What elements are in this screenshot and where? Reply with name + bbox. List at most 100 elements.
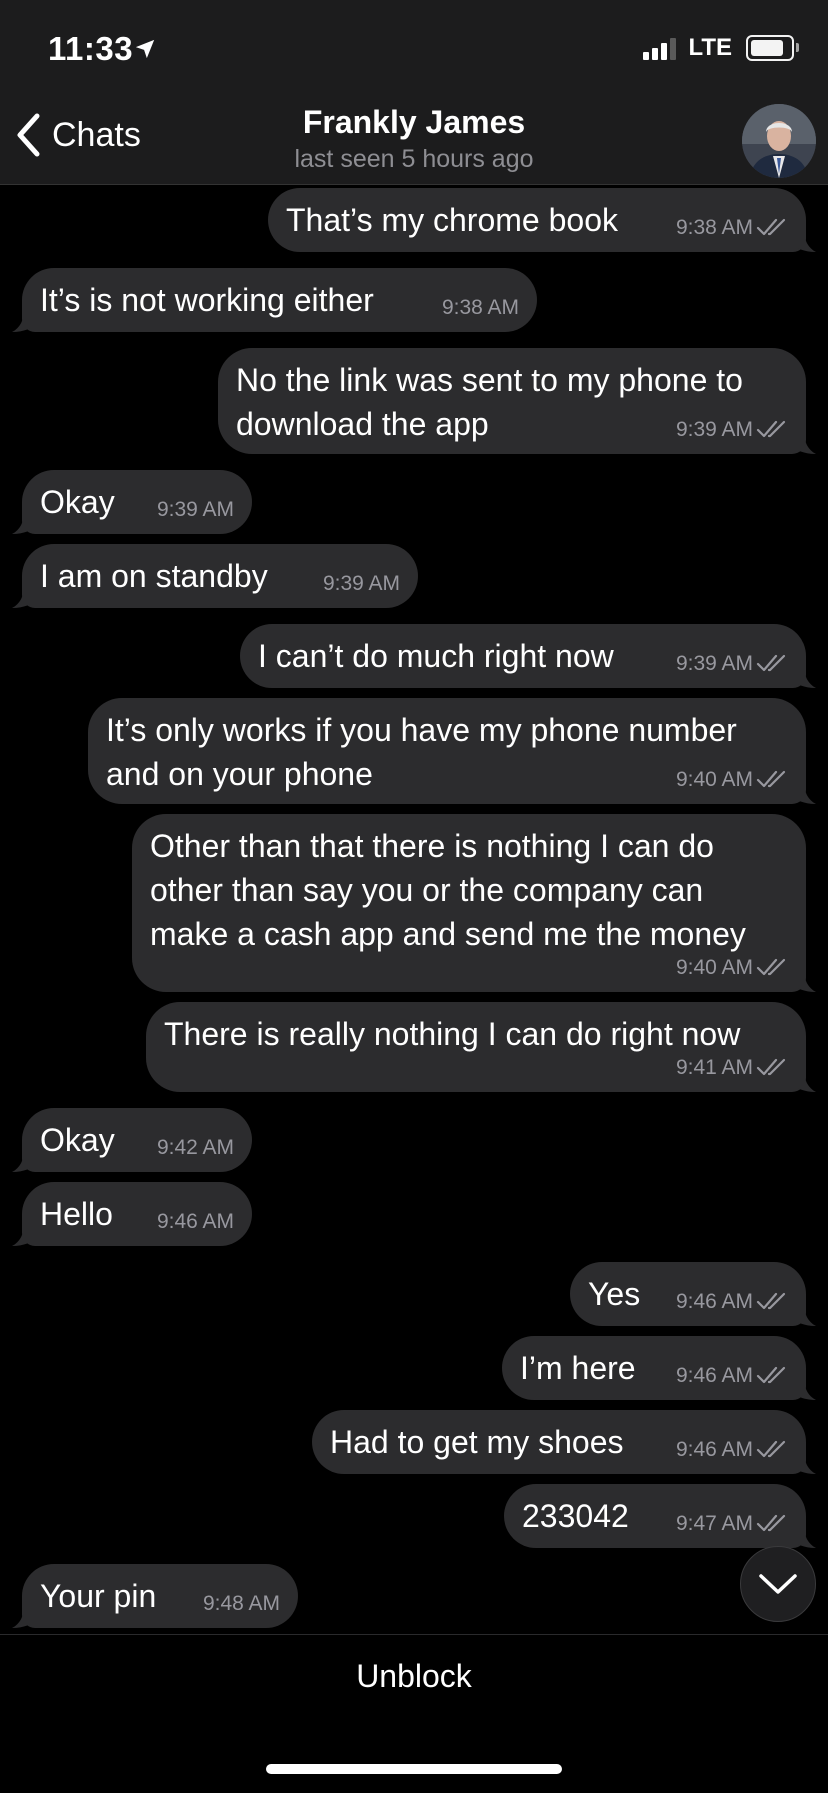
contact-name: Frankly James [302,104,526,140]
outgoing-message-bubble[interactable]: That’s my chrome book 9:38 AM [268,188,816,252]
bubble-tail [790,782,816,804]
message-text: Other than that there is nothing I can d… [150,828,746,952]
message-meta: 9:48 AM [203,1592,280,1616]
contact-header[interactable]: Frankly James last seen 5 hours ago [0,104,828,174]
bubble-tail [790,1378,816,1400]
read-receipt-icon [756,1058,786,1076]
message-meta: 9:46 AM [157,1210,234,1234]
message-time: 9:46 AM [675,1290,753,1313]
incoming-message-bubble[interactable]: Hello 9:46 AM [12,1182,252,1246]
message-meta: 9:46 AM [676,1290,788,1314]
message-text: It’s is not working either [40,282,374,318]
outgoing-message-bubble[interactable]: I can’t do much right now 9:39 AM [240,624,816,688]
avatar-photo [742,104,816,178]
battery-icon [746,35,799,61]
unblock-button[interactable]: Unblock [0,1658,828,1695]
status-time: 11:33 [48,30,134,67]
message-text: There is really nothing I can do right n… [164,1016,741,1052]
message-text: I can’t do much right now [258,638,614,674]
contact-avatar[interactable] [742,104,816,178]
scroll-to-bottom-button[interactable] [740,1546,816,1622]
message-time: 9:39 AM [156,498,234,521]
message-time: 9:41 AM [675,1056,753,1079]
incoming-message-bubble[interactable]: I am on standby 9:39 AM [12,544,418,608]
bubble-tail [790,666,816,688]
bubble-tail [790,1452,816,1474]
outgoing-message-bubble[interactable]: Yes 9:46 AM [570,1262,816,1326]
outgoing-message-bubble[interactable]: No the link was sent to my phone to down… [218,348,816,454]
message-text: That’s my chrome book [286,202,618,238]
message-time: 9:39 AM [322,572,400,595]
location-arrow-icon [135,39,155,59]
status-indicators: LTE [643,34,799,62]
message-time: 9:38 AM [441,296,519,319]
bubble-tail [790,432,816,454]
message-meta: 9:40 AM [676,768,788,792]
message-time: 9:46 AM [675,1438,753,1461]
outgoing-message-bubble[interactable]: Had to get my shoes 9:46 AM [312,1410,816,1474]
incoming-message-bubble[interactable]: Your pin 9:48 AM [12,1564,298,1628]
message-meta: 9:39 AM [323,572,400,596]
read-receipt-icon [756,654,786,672]
bubble-tail [12,586,38,608]
bubble-tail [790,1304,816,1326]
bubble-tail [12,1606,38,1628]
bubble-tail [12,512,38,534]
bubble-tail [12,310,38,332]
incoming-message-bubble[interactable]: Okay 9:39 AM [12,470,252,534]
message-meta: 9:41 AM [676,1056,788,1080]
message-meta: 9:39 AM [157,498,234,522]
message-time: 9:46 AM [675,1364,753,1387]
message-meta: 9:46 AM [676,1364,788,1388]
network-type: LTE [688,34,732,61]
bubble-tail [790,1070,816,1092]
message-time: 9:46 AM [156,1210,234,1233]
message-time: 9:39 AM [675,652,753,675]
message-time: 9:39 AM [675,418,753,441]
bubble-tail [790,230,816,252]
outgoing-message-bubble[interactable]: Other than that there is nothing I can d… [132,814,816,992]
message-time: 9:42 AM [156,1136,234,1159]
chevron-down-icon [759,1574,797,1594]
message-meta: 9:39 AM [676,418,788,442]
message-text: Okay [40,484,115,520]
read-receipt-icon [756,218,786,236]
message-text: 233042 [522,1498,629,1534]
message-meta: 9:47 AM [676,1512,788,1536]
read-receipt-icon [756,958,786,976]
message-text: Your pin [40,1578,157,1614]
outgoing-message-bubble[interactable]: I’m here 9:46 AM [502,1336,816,1400]
incoming-message-bubble[interactable]: It’s is not working either 9:38 AM [12,268,537,332]
message-meta: 9:42 AM [157,1136,234,1160]
message-meta: 9:40 AM [676,956,788,980]
message-text: Okay [40,1122,115,1158]
message-time: 9:38 AM [675,216,753,239]
incoming-message-bubble[interactable]: Okay 9:42 AM [12,1108,252,1172]
message-time: 9:40 AM [675,956,753,979]
outgoing-message-bubble[interactable]: It’s only works if you have my phone num… [88,698,816,804]
read-receipt-icon [756,1366,786,1384]
message-meta: 9:46 AM [676,1438,788,1462]
message-meta: 9:38 AM [676,216,788,240]
read-receipt-icon [756,420,786,438]
bubble-tail [12,1224,38,1246]
home-indicator [266,1764,562,1774]
bubble-tail [790,970,816,992]
read-receipt-icon [756,1292,786,1310]
contact-last-seen: last seen 5 hours ago [294,145,534,173]
message-time: 9:48 AM [202,1592,280,1615]
message-time: 9:40 AM [675,768,753,791]
message-time: 9:47 AM [675,1512,753,1535]
message-text: Had to get my shoes [330,1424,624,1460]
message-text: I’m here [520,1350,636,1386]
message-meta: 9:39 AM [676,652,788,676]
read-receipt-icon [756,1440,786,1458]
outgoing-message-bubble[interactable]: There is really nothing I can do right n… [146,1002,816,1092]
read-receipt-icon [756,770,786,788]
message-text: Hello [40,1196,113,1232]
message-text: I am on standby [40,558,268,594]
outgoing-message-bubble[interactable]: 233042 9:47 AM [504,1484,816,1548]
cellular-signal-icon [643,36,677,60]
bubble-tail [790,1526,816,1548]
message-meta: 9:38 AM [442,296,519,320]
